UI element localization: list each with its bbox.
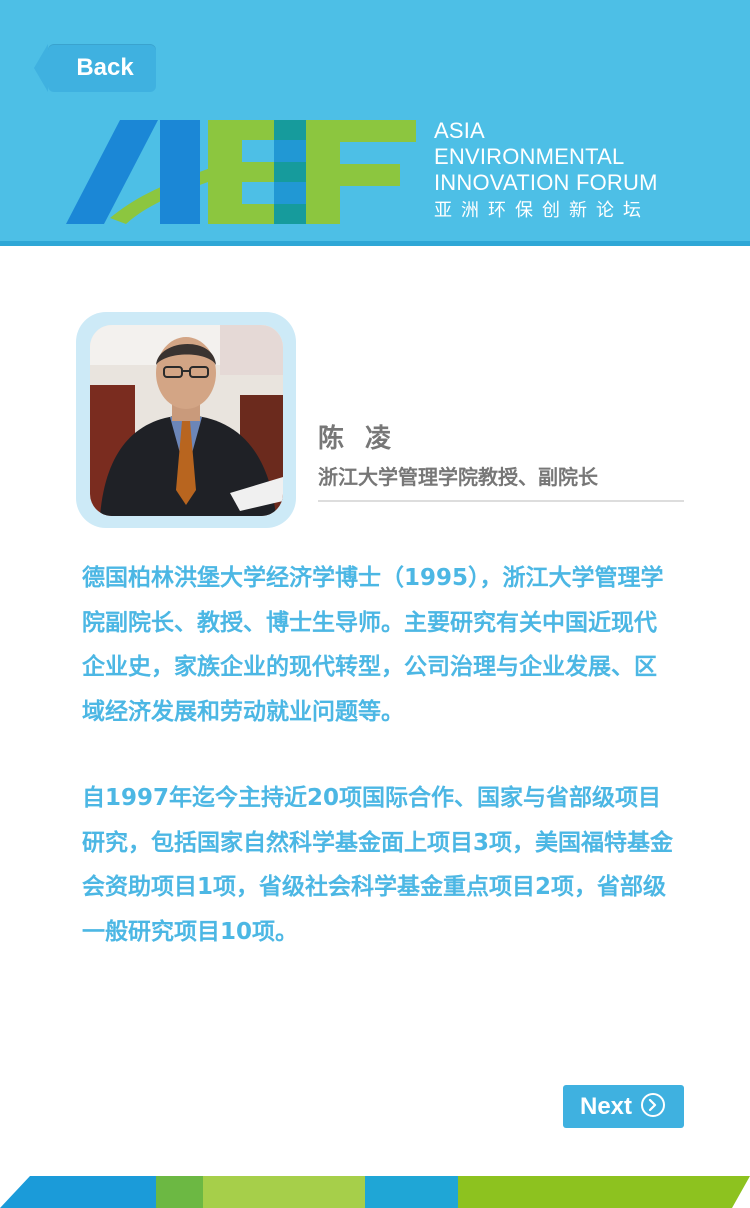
aeif-logo-mark xyxy=(66,120,416,224)
person-title: 浙江大学管理学院教授、副院长 xyxy=(318,465,598,489)
forum-name: ASIA ENVIRONMENTAL INNOVATION FORUM 亚洲环保… xyxy=(434,118,734,222)
forum-name-line-3: INNOVATION FORUM xyxy=(434,170,658,195)
bio-paragraph-1: 德国柏林洪堡大学经济学博士（1995），浙江大学管理学院副院长、教授、博士生导师… xyxy=(82,565,664,725)
forum-name-line-1: ASIA xyxy=(434,118,485,143)
profile-photo xyxy=(90,325,283,516)
forum-name-chinese: 亚洲环保创新论坛 xyxy=(434,200,650,220)
chevron-right-circle-icon xyxy=(641,1093,665,1117)
back-button[interactable]: Back xyxy=(34,44,156,92)
next-button[interactable]: Next xyxy=(563,1085,684,1128)
next-button-label: Next xyxy=(580,1093,633,1120)
person-name: 陈 凌 xyxy=(318,424,398,454)
name-divider xyxy=(318,500,684,502)
header: Back ASIA ENVIRONMENTAL INNOVATION FORUM… xyxy=(0,0,750,246)
footer-color-bar xyxy=(0,1176,750,1208)
forum-name-line-2: ENVIRONMENTAL xyxy=(434,144,625,169)
bio-paragraph-2: 自1997年迄今主持近20项国际合作、国家与省部级项目研究，包括国家自然科学基金… xyxy=(82,785,674,945)
profile-photo-frame xyxy=(76,312,296,528)
back-button-label: Back xyxy=(76,54,134,81)
